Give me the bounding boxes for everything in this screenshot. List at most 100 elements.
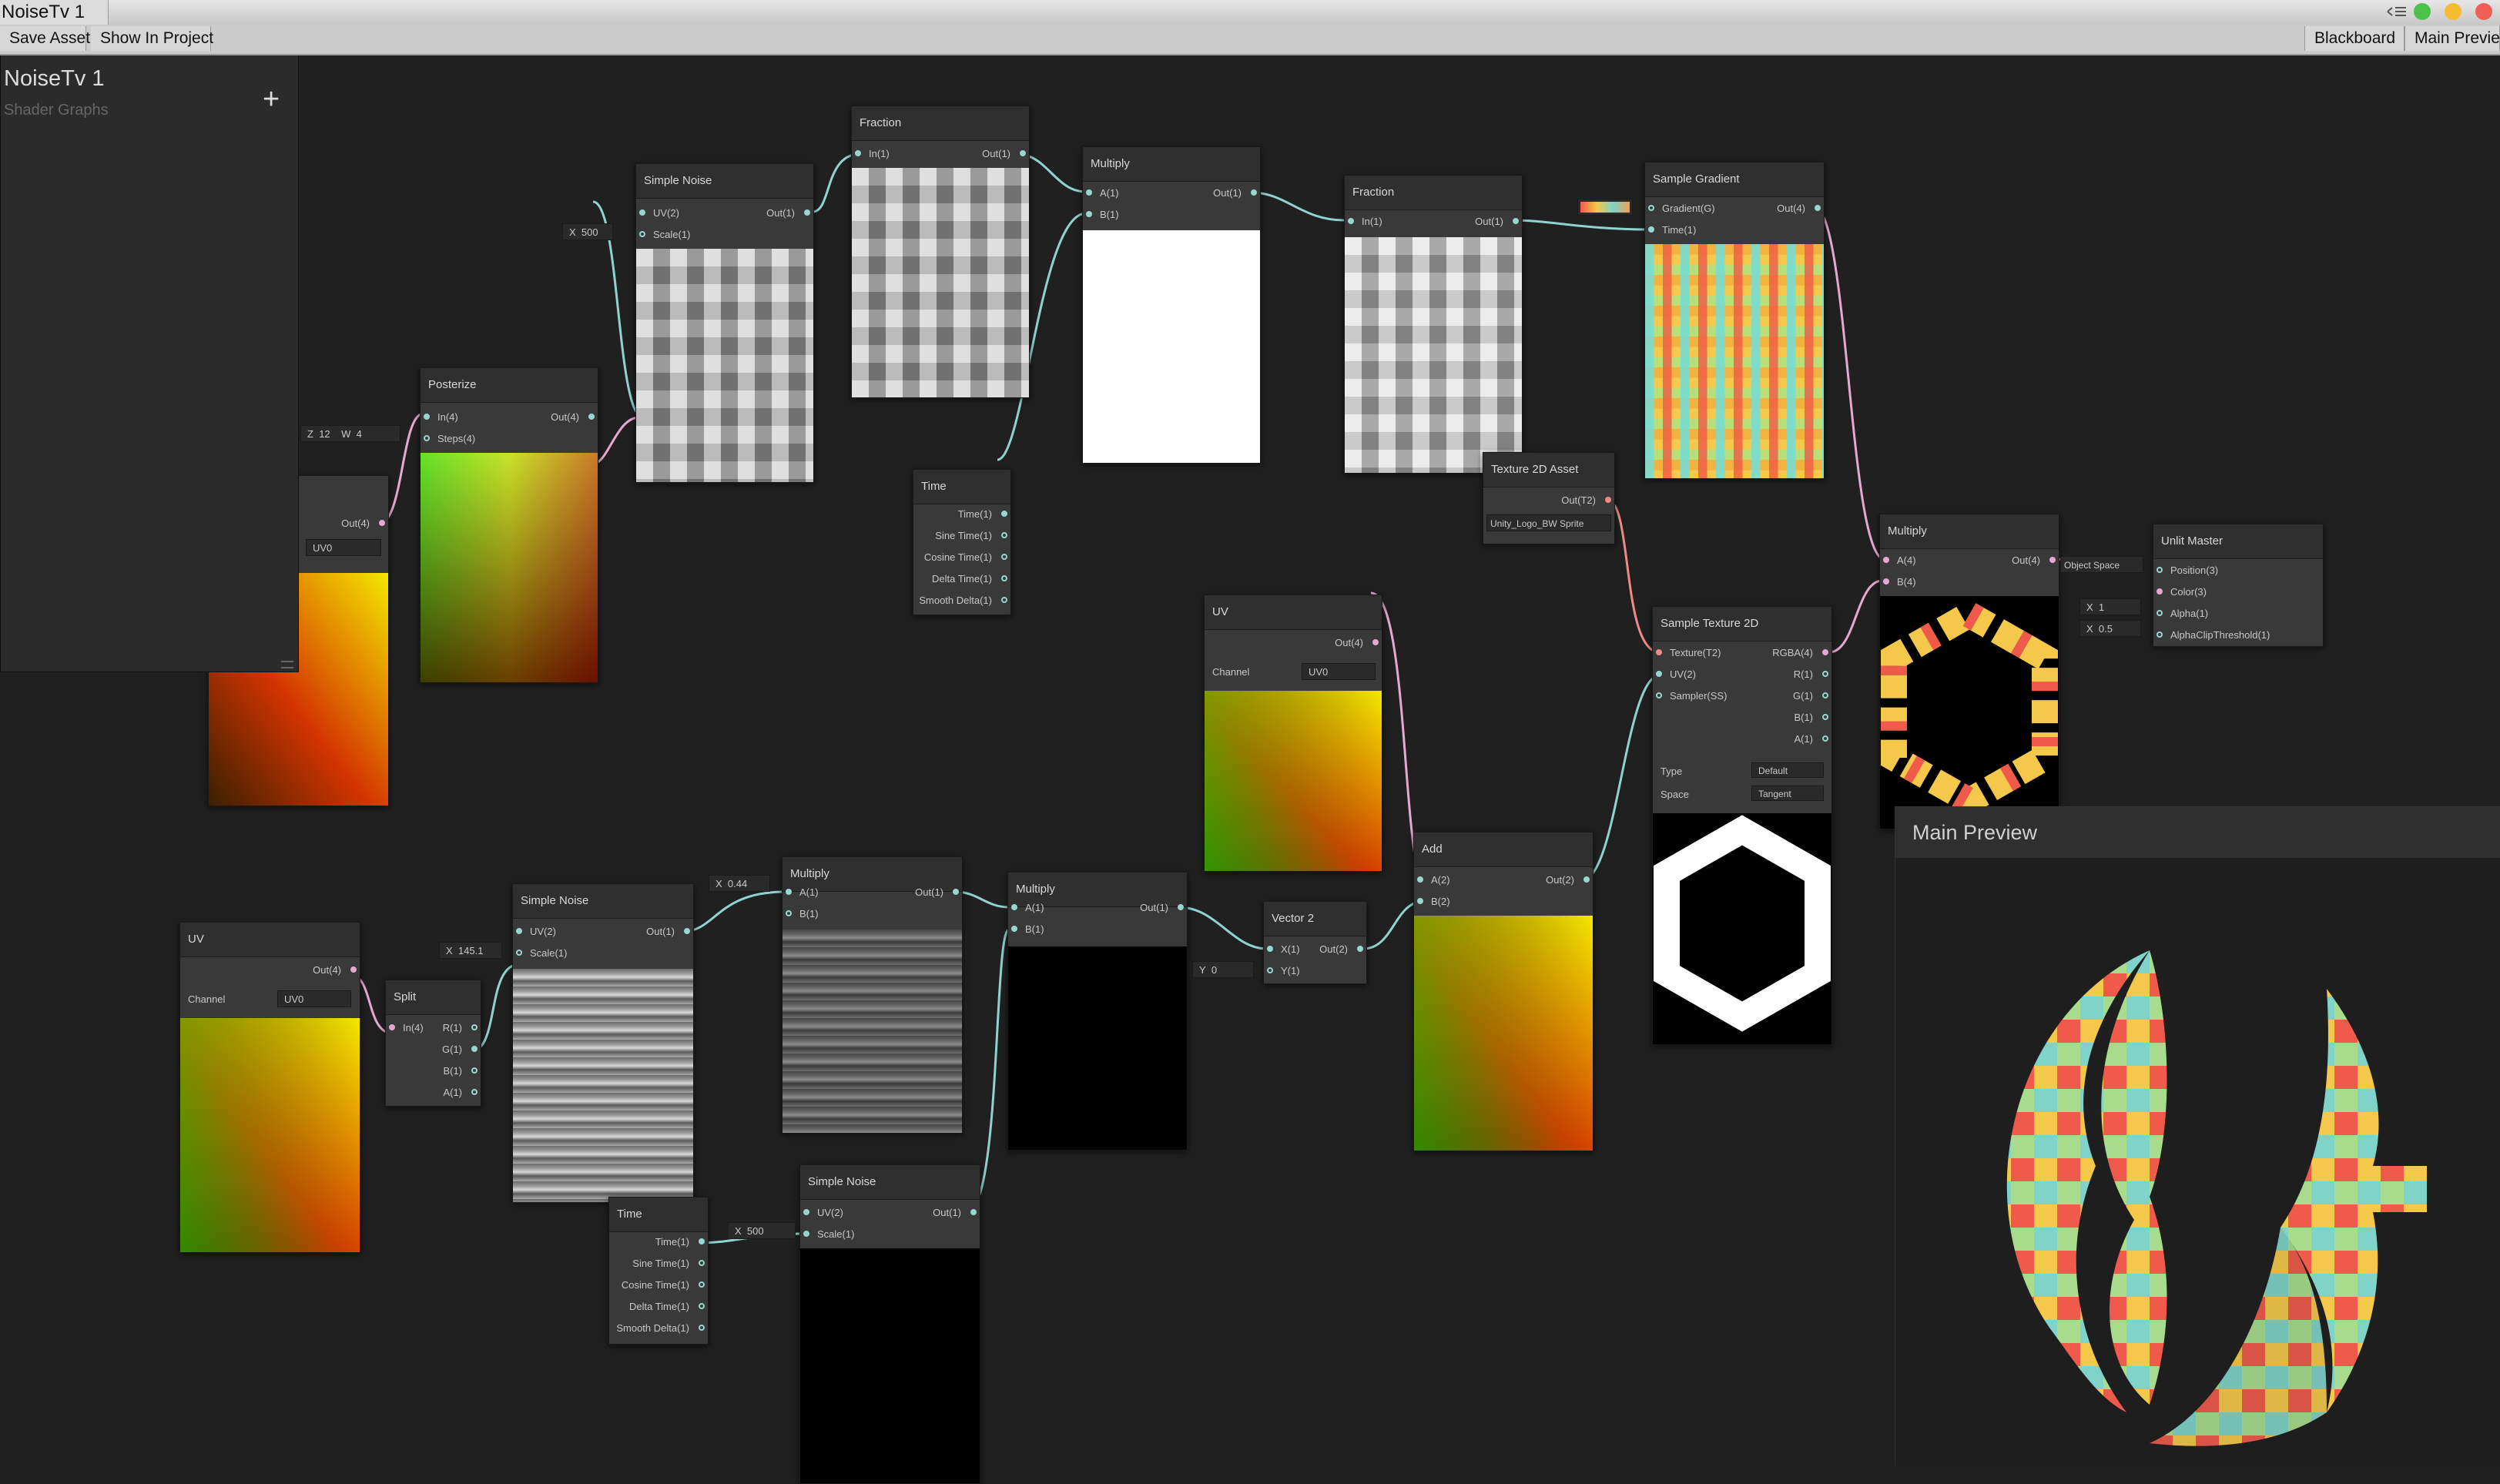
multiply-color-node[interactable]: Multiply A(4) B(4) Out(4) [1879, 514, 2059, 829]
window-title[interactable]: NoiseTv 1 [0, 0, 109, 25]
out-port[interactable]: Out(T2) [1561, 493, 1614, 508]
sample-gradient-node[interactable]: Sample Gradient Gradient(G) Time(1) Out(… [1644, 162, 1825, 479]
uv-node-mid[interactable]: UV Out(4) Channel UV0 [1204, 595, 1382, 872]
out-port[interactable]: Out(2) [1546, 873, 1593, 888]
port-dot[interactable] [1001, 575, 1007, 581]
channel-dropdown[interactable]: UV0 [277, 990, 351, 1007]
vector2-node[interactable]: Vector 2 X(1) Y(1) Out(2) [1263, 901, 1367, 984]
scale-input-port[interactable]: Scale(1) [636, 227, 690, 243]
rgba-output-port[interactable]: RGBA(4) [1772, 645, 1831, 661]
port-dot[interactable] [1001, 511, 1007, 517]
main-preview-render[interactable] [1895, 858, 2500, 1466]
port-dot[interactable] [424, 414, 430, 420]
uv-input-port[interactable]: UV(2) [636, 206, 679, 221]
unlit-master-node[interactable]: Unlit Master Position(3) Color(3) Alpha(… [2153, 524, 2324, 647]
a-output-port[interactable]: A(1) [443, 1085, 481, 1100]
smooth-delta-output-port[interactable]: Smooth Delta(1) [616, 1321, 708, 1336]
resize-handle-icon[interactable] [281, 661, 293, 668]
out-port[interactable]: Out(4) [2012, 553, 2059, 568]
b-output-port[interactable]: B(1) [443, 1064, 481, 1079]
port-dot[interactable] [389, 1024, 395, 1030]
out-port[interactable]: Out(1) [933, 1205, 980, 1221]
scale-input-field[interactable]: X 145.1 [439, 942, 502, 959]
out-port[interactable]: Out(4) [1777, 201, 1824, 216]
port-dot[interactable] [684, 928, 690, 934]
in-port[interactable]: In(4) [386, 1020, 424, 1036]
port-dot[interactable] [516, 950, 522, 956]
a-input-port[interactable]: A(1) [1008, 900, 1044, 916]
fraction-node-1[interactable]: Fraction In(1) Out(1) [851, 106, 1030, 398]
port-dot[interactable] [953, 889, 959, 895]
port-dot[interactable] [1656, 671, 1662, 677]
multiply-node-3[interactable]: Multiply A(1) B(1) Out(1) [1007, 872, 1188, 1151]
cosine-time-output-port[interactable]: Cosine Time(1) [622, 1278, 708, 1293]
steps-input-field[interactable]: Z 12 W 4 [300, 425, 400, 442]
port-dot[interactable] [1815, 205, 1821, 211]
port-dot[interactable] [1086, 189, 1092, 196]
port-dot[interactable] [699, 1325, 705, 1331]
port-dot[interactable] [1822, 692, 1828, 698]
port-dot[interactable] [1822, 671, 1828, 677]
uv-node-bottom[interactable]: UV Out(4) Channel UV0 [179, 922, 360, 1253]
port-dot[interactable] [1001, 554, 1007, 560]
port-dot[interactable] [1822, 735, 1828, 742]
time-input-port[interactable]: Time(1) [1645, 223, 1696, 238]
port-dot[interactable] [1020, 150, 1026, 156]
port-dot[interactable] [350, 966, 357, 973]
port-dot[interactable] [379, 520, 385, 526]
alpha-input-port[interactable]: Alpha(1) [2153, 606, 2208, 621]
delta-time-output-port[interactable]: Delta Time(1) [932, 571, 1010, 587]
time-node-1[interactable]: Time Time(1) Sine Time(1) Cosine Time(1)… [913, 469, 1011, 615]
port-dot[interactable] [516, 928, 522, 934]
port-dot[interactable] [471, 1024, 478, 1030]
port-dot[interactable] [1417, 898, 1423, 904]
steps-input-port[interactable]: Steps(4) [421, 431, 475, 447]
y-input-field[interactable]: Y 0 [1192, 961, 1254, 978]
x-input-port[interactable]: X(1) [1264, 942, 1300, 957]
alpha-clip-input-port[interactable]: AlphaClipThreshold(1) [2153, 628, 2270, 643]
port-dot[interactable] [1357, 946, 1363, 952]
gradient-field[interactable] [1577, 199, 1633, 216]
port-dot[interactable] [1605, 497, 1611, 503]
gradient-input-port[interactable]: Gradient(G) [1645, 201, 1715, 216]
a-input-port[interactable]: A(2) [1414, 873, 1450, 888]
port-dot[interactable] [1011, 926, 1017, 932]
out-port[interactable]: Out(1) [646, 924, 693, 940]
scale-input-port[interactable]: Scale(1) [800, 1227, 854, 1242]
port-dot[interactable] [1513, 218, 1519, 224]
port-dot[interactable] [1417, 876, 1423, 883]
close-button[interactable] [2475, 3, 2492, 20]
port-dot[interactable] [1883, 557, 1889, 563]
main-preview-toggle-button[interactable]: Main Preview [2404, 26, 2500, 51]
port-dot[interactable] [2157, 631, 2163, 638]
time-output-port[interactable]: Time(1) [655, 1234, 708, 1250]
port-dot[interactable] [699, 1238, 705, 1244]
port-dot[interactable] [970, 1209, 977, 1215]
port-dot[interactable] [1372, 639, 1379, 645]
out-port[interactable]: Out(1) [1140, 900, 1187, 916]
port-dot[interactable] [1648, 205, 1654, 211]
simple-noise-node-3[interactable]: Simple Noise UV(2) Scale(1) Out(1) [799, 1164, 980, 1484]
port-dot[interactable] [1178, 904, 1184, 910]
color-input-port[interactable]: Color(3) [2153, 585, 2207, 600]
out-port[interactable]: Out(4) [1335, 635, 1382, 651]
port-dot[interactable] [803, 1209, 809, 1215]
split-node[interactable]: Split In(4) R(1) G(1) B(1) A(1) [385, 980, 481, 1107]
b-output-port[interactable]: B(1) [1794, 710, 1831, 725]
space-dropdown[interactable]: Tangent [1751, 786, 1824, 801]
b-input-port[interactable]: B(2) [1414, 894, 1450, 909]
port-dot[interactable] [2049, 557, 2056, 563]
time-output-port[interactable]: Time(1) [958, 507, 1010, 522]
r-output-port[interactable]: R(1) [443, 1020, 481, 1036]
b-input-port[interactable]: B(1) [1008, 922, 1044, 937]
sample-texture-2d-node[interactable]: Sample Texture 2D Texture(T2) UV(2) Samp… [1652, 606, 1832, 1045]
simple-noise-node-2[interactable]: Simple Noise UV(2) Scale(1) Out(1) [512, 883, 694, 1203]
texture-object-field[interactable]: Unity_Logo_BW Sprite [1486, 514, 1611, 531]
port-dot[interactable] [471, 1046, 478, 1052]
out-port[interactable]: Out(1) [1475, 214, 1522, 229]
a-output-port[interactable]: A(1) [1794, 732, 1831, 747]
port-dot[interactable] [1648, 226, 1654, 233]
channel-dropdown[interactable]: UV0 [306, 539, 381, 556]
alpha-clip-input-field[interactable]: X 0.5 [2079, 620, 2141, 637]
b-input-port[interactable]: B(1) [783, 906, 819, 922]
